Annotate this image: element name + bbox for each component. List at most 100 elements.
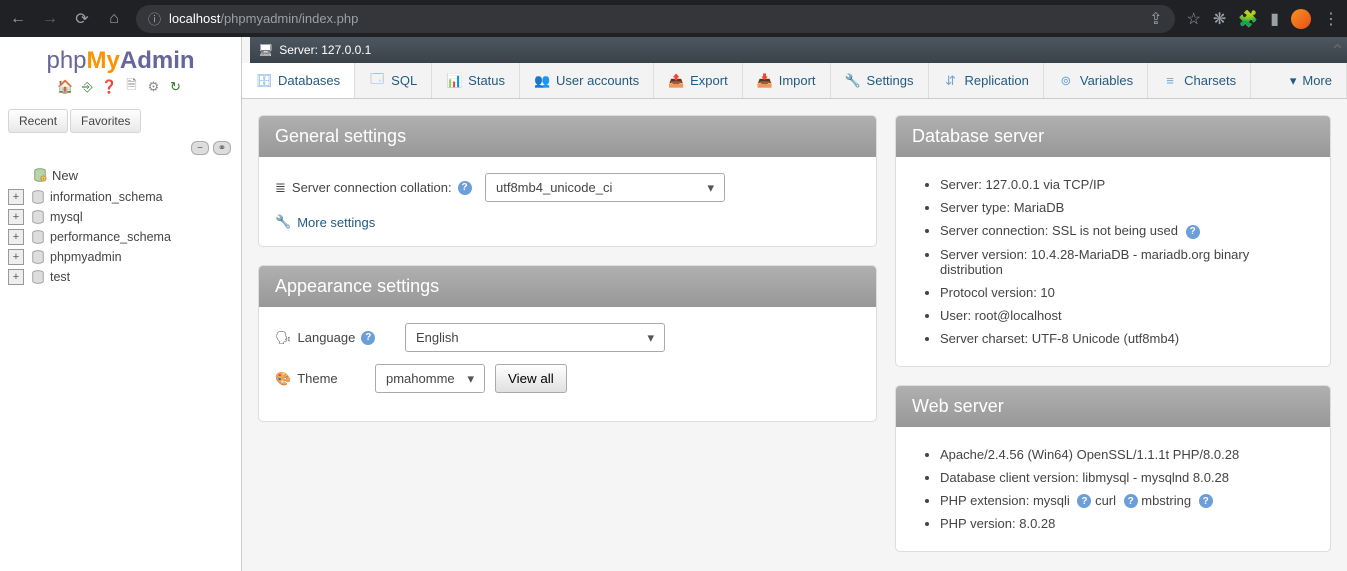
svg-text:+: + bbox=[42, 176, 45, 181]
tree-item-db[interactable]: + phpmyadmin bbox=[8, 247, 233, 267]
nav-settings[interactable]: 🔧Settings bbox=[831, 63, 929, 98]
tree-item-db[interactable]: + mysql bbox=[8, 207, 233, 227]
expand-icon[interactable]: + bbox=[8, 209, 24, 225]
home-button[interactable]: ⌂ bbox=[104, 10, 124, 28]
nav-databases[interactable]: 🗄Databases bbox=[242, 63, 355, 98]
main-content: 🖥 Server: 127.0.0.1 ⌃ 🗄Databases🗔SQL📊Sta… bbox=[242, 37, 1347, 571]
new-label: New bbox=[52, 168, 78, 183]
db-icon: 🗄 bbox=[256, 73, 272, 89]
info-item: Apache/2.4.56 (Win64) OpenSSL/1.1.1t PHP… bbox=[940, 443, 1314, 466]
nav-export[interactable]: 📤Export bbox=[654, 63, 743, 98]
url-text: localhost/phpmyadmin/index.php bbox=[169, 11, 358, 26]
help-icon[interactable]: ? bbox=[1077, 494, 1091, 508]
chevron-down-icon: ▾ bbox=[1290, 73, 1297, 89]
help-icon[interactable]: ? bbox=[361, 331, 375, 345]
wrench-icon: 🔧 bbox=[845, 73, 861, 89]
replication-icon: ⇵ bbox=[943, 73, 959, 89]
tab-favorites[interactable]: Favorites bbox=[70, 109, 141, 133]
nav-replication[interactable]: ⇵Replication bbox=[929, 63, 1044, 98]
nav-more[interactable]: ▾ More bbox=[1276, 63, 1347, 98]
nav-sql[interactable]: 🗔SQL bbox=[355, 63, 432, 98]
db-name: mysql bbox=[50, 210, 83, 224]
page-settings-caret-icon[interactable]: ⌃ bbox=[1330, 41, 1345, 62]
info-item: Database client version: libmysql - mysq… bbox=[940, 466, 1314, 489]
sidebar: phpMyAdmin 🏠 ⎆ ❓ 🗎 ⚙ ↻ Recent Favorites … bbox=[0, 37, 242, 571]
language-select[interactable]: English bbox=[405, 323, 665, 352]
variables-icon: ⊚ bbox=[1058, 73, 1074, 89]
tree-item-db[interactable]: + information_schema bbox=[8, 187, 233, 207]
language-icon: 🗣 bbox=[275, 330, 292, 346]
db-icon bbox=[30, 249, 46, 265]
tree-item-db[interactable]: +test bbox=[8, 267, 233, 287]
help-icon[interactable]: ? bbox=[1199, 494, 1213, 508]
panel-title: Web server bbox=[896, 386, 1330, 427]
more-settings-link[interactable]: 🔧 More settings bbox=[275, 214, 860, 230]
profile-avatar[interactable] bbox=[1291, 9, 1311, 29]
theme-icon: 🎨 bbox=[275, 371, 291, 387]
address-bar[interactable]: ⓘ localhost/phpmyadmin/index.php ⇪ bbox=[136, 5, 1175, 33]
theme-select[interactable]: pmahomme bbox=[375, 364, 485, 393]
nav-user-accounts[interactable]: 👥User accounts bbox=[520, 63, 654, 98]
share-icon[interactable]: ⇪ bbox=[1149, 9, 1162, 29]
server-icon: 🖥 bbox=[258, 43, 273, 57]
collation-label: Server connection collation: bbox=[292, 180, 452, 195]
db-icon bbox=[30, 269, 46, 285]
info-item: Protocol version: 10 bbox=[940, 281, 1314, 304]
menu-icon[interactable]: ⋮ bbox=[1323, 9, 1339, 29]
users-icon: 👥 bbox=[534, 73, 550, 89]
server-label[interactable]: Server: 127.0.0.1 bbox=[279, 43, 371, 57]
side-panel-icon[interactable]: ▮ bbox=[1270, 9, 1279, 29]
site-info-icon[interactable]: ⓘ bbox=[148, 9, 161, 28]
info-item: PHP extension: mysqli ? curl ? mbstring … bbox=[940, 489, 1314, 513]
tab-recent[interactable]: Recent bbox=[8, 109, 68, 133]
reload-icon[interactable]: ↻ bbox=[168, 79, 184, 95]
sql-docs-icon[interactable]: 🗎 bbox=[124, 79, 140, 95]
charsets-icon: ≡ bbox=[1162, 73, 1178, 89]
import-icon: 📥 bbox=[757, 73, 773, 89]
new-database-link[interactable]: + New bbox=[8, 163, 233, 187]
reload-button[interactable]: ⟳ bbox=[72, 9, 92, 29]
info-item: Server connection: SSL is not being used… bbox=[940, 219, 1314, 243]
view-all-button[interactable]: View all bbox=[495, 364, 567, 393]
expand-icon[interactable]: + bbox=[8, 269, 24, 285]
info-item: User: root@localhost bbox=[940, 304, 1314, 327]
db-name: performance_schema bbox=[50, 230, 171, 244]
nav-import[interactable]: 📥Import bbox=[743, 63, 831, 98]
db-name: phpmyadmin bbox=[50, 250, 122, 264]
collation-icon: ≣ bbox=[275, 180, 286, 196]
tree-item-db[interactable]: + performance_schema bbox=[8, 227, 233, 247]
logo[interactable]: phpMyAdmin 🏠 ⎆ ❓ 🗎 ⚙ ↻ bbox=[0, 37, 241, 105]
db-icon bbox=[30, 189, 46, 205]
expand-icon[interactable]: + bbox=[8, 189, 24, 205]
breadcrumb: 🖥 Server: 127.0.0.1 bbox=[250, 37, 1347, 63]
help-icon[interactable]: ? bbox=[458, 181, 472, 195]
nav-variables[interactable]: ⊚Variables bbox=[1044, 63, 1148, 98]
docs-icon[interactable]: ❓ bbox=[102, 79, 118, 95]
collapse-all-icon[interactable]: − bbox=[191, 141, 209, 155]
info-item: Server charset: UTF-8 Unicode (utf8mb4) bbox=[940, 327, 1314, 350]
extensions-icon[interactable]: 🧩 bbox=[1238, 9, 1258, 29]
help-icon[interactable]: ? bbox=[1124, 494, 1138, 508]
info-item: Server version: 10.4.28-MariaDB - mariad… bbox=[940, 243, 1314, 281]
help-icon[interactable]: ? bbox=[1186, 225, 1200, 239]
forward-button[interactable]: → bbox=[40, 10, 60, 28]
react-devtools-icon[interactable]: ❋ bbox=[1213, 9, 1226, 29]
collation-select[interactable]: utf8mb4_unicode_ci bbox=[485, 173, 725, 202]
nav-charsets[interactable]: ≡Charsets bbox=[1148, 63, 1251, 98]
nav-status[interactable]: 📊Status bbox=[432, 63, 520, 98]
bookmark-icon[interactable]: ☆ bbox=[1187, 9, 1201, 29]
appearance-settings-panel: Appearance settings 🗣 Language ? English bbox=[258, 265, 877, 422]
db-name: information_schema bbox=[50, 190, 163, 204]
general-settings-panel: General settings ≣ Server connection col… bbox=[258, 115, 877, 247]
settings-icon[interactable]: ⚙ bbox=[146, 79, 162, 95]
logout-icon[interactable]: ⎆ bbox=[80, 79, 96, 95]
expand-icon[interactable]: + bbox=[8, 249, 24, 265]
back-button[interactable]: ← bbox=[8, 10, 28, 28]
browser-toolbar: ← → ⟳ ⌂ ⓘ localhost/phpmyadmin/index.php… bbox=[0, 0, 1347, 37]
db-icon bbox=[30, 209, 46, 225]
info-item: Server: 127.0.0.1 via TCP/IP bbox=[940, 173, 1314, 196]
database-tree: + New + information_schema + mysql + performa… bbox=[0, 159, 241, 291]
expand-icon[interactable]: + bbox=[8, 229, 24, 245]
home-icon[interactable]: 🏠 bbox=[58, 79, 74, 95]
link-icon[interactable]: ⚭ bbox=[213, 141, 231, 155]
